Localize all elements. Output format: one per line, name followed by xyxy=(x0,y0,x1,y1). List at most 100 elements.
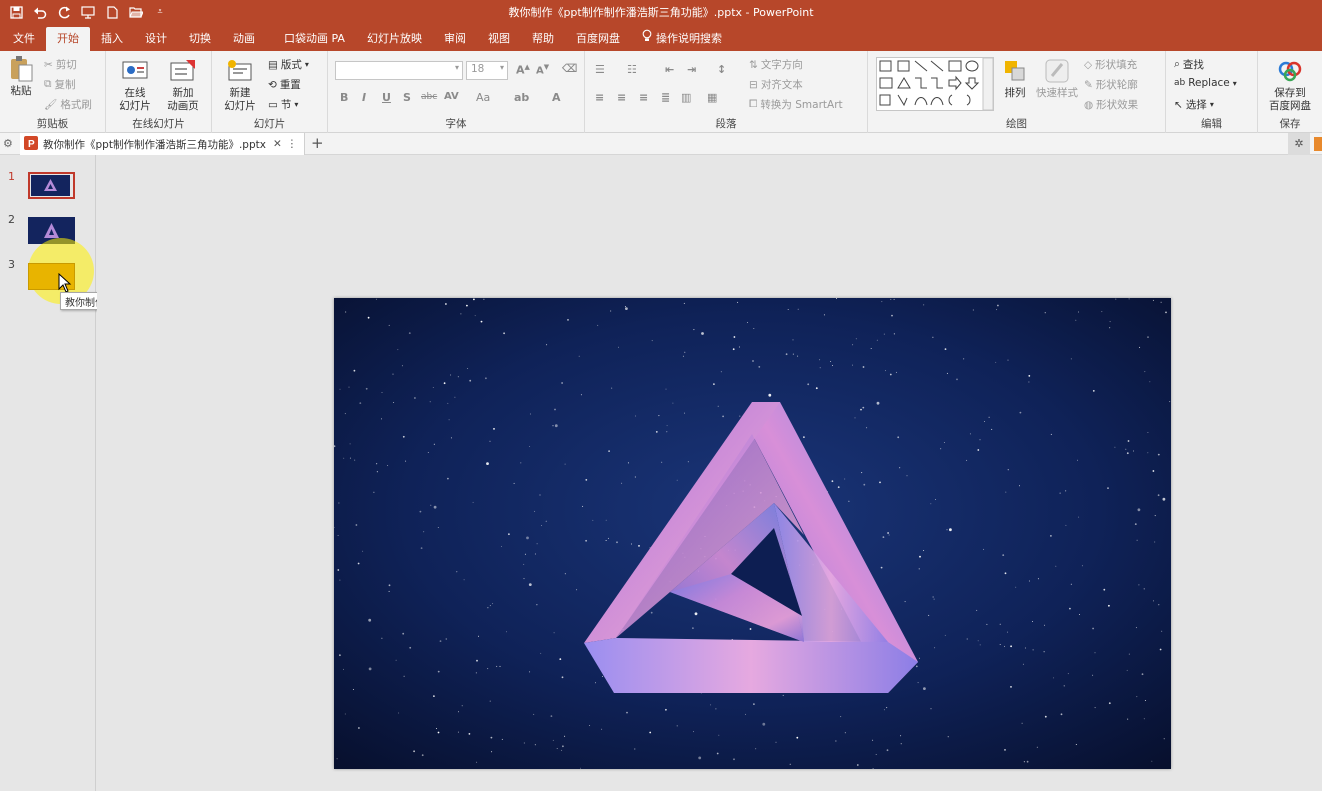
layout-button[interactable]: ▤ 版式 ▾ xyxy=(268,57,309,72)
highlight-icon[interactable]: ab xyxy=(514,91,529,104)
cut-label: 剪切 xyxy=(55,59,77,71)
tab-slideshow[interactable]: 幻灯片放映 xyxy=(356,27,433,51)
star xyxy=(665,708,667,711)
star xyxy=(534,744,536,746)
tab-review[interactable]: 审阅 xyxy=(433,27,477,51)
star xyxy=(1063,685,1065,687)
baidu-cloud-icon xyxy=(1276,57,1304,85)
align-right-icon[interactable]: ≡ xyxy=(639,91,648,104)
font-color-button[interactable]: A xyxy=(552,91,561,104)
clear-format-icon[interactable]: ⌫ xyxy=(562,62,578,75)
tab-insert[interactable]: 插入 xyxy=(90,27,134,51)
shapes-gallery[interactable] xyxy=(876,57,994,111)
star xyxy=(749,628,752,630)
star xyxy=(457,376,459,378)
star xyxy=(787,309,789,310)
find-button[interactable]: ⌕ 查找 xyxy=(1174,57,1204,72)
star xyxy=(534,553,536,555)
tell-me-search[interactable]: 操作说明搜索 xyxy=(631,27,733,51)
line-spacing-icon[interactable]: ↕ xyxy=(717,63,726,76)
select-button[interactable]: ↖ 选择 ▾ xyxy=(1174,97,1214,112)
font-size-combo[interactable]: 18 ▾ xyxy=(466,61,508,80)
format-painter-button[interactable]: 🖌︎ 格式刷 xyxy=(44,97,92,112)
tab-help[interactable]: 帮助 xyxy=(521,27,565,51)
font-name-combo[interactable]: ▾ xyxy=(335,61,463,80)
star xyxy=(433,443,435,445)
tab-view[interactable]: 视图 xyxy=(477,27,521,51)
numbering-icon[interactable]: ☷ xyxy=(627,63,637,76)
tab-baidu[interactable]: 百度网盘 xyxy=(565,27,631,51)
star xyxy=(564,463,566,465)
reset-button[interactable]: ⟲ 重置 xyxy=(268,77,301,92)
justify-icon[interactable]: ≣ xyxy=(661,91,670,104)
smartart-button[interactable]: ⧠ 转换为 SmartArt xyxy=(749,97,843,112)
paste-button[interactable]: 粘贴 xyxy=(6,55,36,98)
star xyxy=(381,392,383,393)
new-animation-page-button[interactable]: 新加 动画页 xyxy=(162,57,204,113)
close-icon[interactable]: ✕ xyxy=(273,138,282,150)
star xyxy=(513,482,515,484)
main-slide[interactable] xyxy=(333,298,1171,770)
align-text-button[interactable]: ⊟ 对齐文本 xyxy=(749,77,803,92)
shape-fill-button[interactable]: ◇ 形状填充 xyxy=(1084,57,1137,72)
section-button[interactable]: ▭ 节 ▾ xyxy=(268,97,298,112)
tab-design[interactable]: 设计 xyxy=(134,27,178,51)
tab-file[interactable]: 文件 xyxy=(2,27,46,51)
italic-button[interactable]: I xyxy=(362,91,366,104)
star xyxy=(684,412,685,414)
tab-transitions[interactable]: 切换 xyxy=(178,27,222,51)
star xyxy=(343,457,345,459)
align-center-icon[interactable]: ≡ xyxy=(617,91,626,104)
tab-animations[interactable]: 动画 xyxy=(222,27,266,51)
save-to-baidu-button[interactable]: 保存到 百度网盘 xyxy=(1264,57,1316,113)
star xyxy=(345,311,347,313)
distributed-icon[interactable]: ▥ xyxy=(681,91,691,104)
add-tab-icon[interactable]: + xyxy=(311,134,324,152)
star xyxy=(523,563,525,565)
more-icon[interactable]: ⋮ xyxy=(287,138,298,150)
pin-icon[interactable]: ✲ xyxy=(1288,133,1310,155)
increase-indent-icon[interactable]: ⇥ xyxy=(687,63,696,76)
copy-button[interactable]: ⧉ 复制 xyxy=(44,77,76,92)
underline-button[interactable]: U xyxy=(382,91,391,104)
star xyxy=(607,537,609,539)
arrange-button[interactable]: 排列 xyxy=(1000,57,1030,100)
star xyxy=(430,504,432,506)
document-tab[interactable]: P 教你制作《ppt制作制作潘浩斯三角功能》.pptx ✕ ⋮ xyxy=(20,133,305,155)
slide-thumbnail-1[interactable] xyxy=(28,172,75,199)
shape-effects-button[interactable]: ◍ 形状效果 xyxy=(1084,97,1138,112)
char-spacing-button[interactable]: AV xyxy=(444,91,459,102)
tab-pocket-animation[interactable]: 口袋动画 PA xyxy=(266,27,356,51)
star xyxy=(872,739,874,741)
star xyxy=(785,353,788,356)
cut-button[interactable]: ✂ 剪切 xyxy=(44,57,77,72)
quick-styles-button[interactable]: 快速样式 xyxy=(1034,57,1080,100)
star xyxy=(815,387,818,390)
star xyxy=(1147,336,1149,338)
online-slides-button[interactable]: 在线 幻灯片 xyxy=(114,57,156,113)
chevron-down-icon: ▾ xyxy=(499,63,504,72)
shadow-button[interactable]: S xyxy=(403,91,411,104)
bullets-icon[interactable]: ☰ xyxy=(595,63,605,76)
tab-list-icon[interactable]: ⚙ xyxy=(3,137,13,150)
star xyxy=(634,748,636,750)
replace-button[interactable]: ab Replace ▾ xyxy=(1174,77,1237,89)
drawing-group-label: 绘图 xyxy=(1006,118,1027,130)
star xyxy=(888,534,890,536)
grow-font-icon[interactable]: A▲ xyxy=(516,63,530,77)
star xyxy=(472,501,474,503)
strikethrough-button[interactable]: abc xyxy=(421,92,437,102)
star xyxy=(589,725,591,726)
align-left-icon[interactable]: ≡ xyxy=(595,91,604,104)
shape-outline-button[interactable]: ✎ 形状轮廓 xyxy=(1084,77,1138,92)
bold-button[interactable]: B xyxy=(340,91,348,104)
new-slide-button[interactable]: 新建 幻灯片 xyxy=(218,57,262,113)
shrink-font-icon[interactable]: A▼ xyxy=(536,63,549,76)
font-group: ▾ 18 ▾ A▲ A▼ ⌫ B I U S abc AV Aa ab A 字体 xyxy=(328,51,585,133)
change-case-button[interactable]: Aa xyxy=(476,91,490,104)
tab-home[interactable]: 开始 xyxy=(46,27,90,51)
decrease-indent-icon[interactable]: ⇤ xyxy=(665,63,674,76)
columns-icon[interactable]: ▦ xyxy=(707,91,717,104)
text-direction-button[interactable]: ⇅ 文字方向 xyxy=(749,57,803,72)
save-group: 保存到 百度网盘 保存 xyxy=(1258,51,1322,133)
